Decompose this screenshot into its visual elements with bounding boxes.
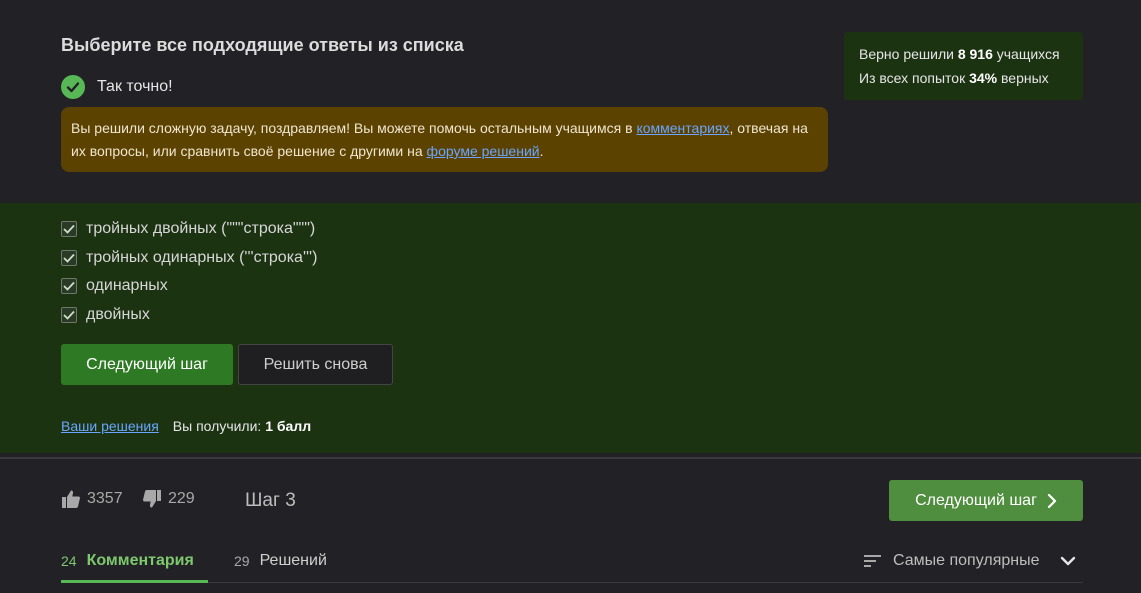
dislikes-count: 229: [168, 490, 195, 507]
tab-label: Комментария: [86, 552, 194, 569]
comments-link[interactable]: комментариях: [636, 120, 729, 136]
step-footer: 3357 229 Шаг 3 Следующий шаг 24 Коммента…: [0, 459, 1141, 593]
tab-count: 24: [61, 553, 77, 569]
solved-count: 8 916: [957, 46, 993, 62]
answer-label: тройных одинарных ('''строка'''): [86, 249, 318, 266]
message-text: .: [539, 143, 544, 159]
solved-stat: Верно решили 8 916 учащихся: [859, 42, 1068, 66]
score-label: Вы получили:: [172, 418, 266, 434]
stats-box: Верно решили 8 916 учащихся Из всех попы…: [844, 32, 1083, 100]
score-text: Вы получили: 1 балл: [173, 418, 311, 434]
your-solutions-link[interactable]: Ваши решения: [61, 418, 159, 434]
stat-text: Из всех попыток: [859, 70, 970, 86]
status-text: Так точно!: [97, 78, 173, 95]
answer-option[interactable]: двойных: [61, 306, 150, 324]
tabs-divider: [61, 582, 1083, 583]
quiz-header: Выберите все подходящие ответы из списка…: [0, 0, 1141, 203]
likes-count: 3357: [87, 490, 123, 507]
step-label: Шаг 3: [245, 490, 296, 511]
stat-text: учащихся: [992, 46, 1060, 62]
like-button[interactable]: 3357: [61, 489, 123, 509]
answer-option[interactable]: тройных двойных ("""строка"""): [61, 220, 315, 238]
retry-button[interactable]: Решить снова: [238, 344, 393, 385]
check-circle-icon: [61, 75, 85, 99]
checkbox-checked-icon[interactable]: [61, 278, 77, 294]
answer-option[interactable]: тройных одинарных ('''строка'''): [61, 249, 317, 267]
stat-text: Верно решили: [859, 46, 958, 62]
answer-label: двойных: [86, 306, 150, 323]
sort-icon: [864, 554, 882, 568]
chevron-right-icon: [1047, 493, 1057, 508]
sort-label: Самые популярные: [893, 552, 1040, 569]
thumbs-down-icon: [142, 489, 162, 509]
active-tab-indicator: [61, 580, 208, 583]
score-row: Ваши решения Вы получили: 1 балл: [61, 418, 311, 434]
tab-label: Решений: [259, 552, 327, 569]
score-value: 1 балл: [265, 418, 312, 434]
dislike-button[interactable]: 229: [142, 489, 195, 509]
next-step-label: Следующий шаг: [915, 491, 1037, 509]
tab-comments[interactable]: 24 Комментария: [61, 552, 194, 570]
next-step-button-footer[interactable]: Следующий шаг: [889, 480, 1083, 521]
stat-text: верных: [997, 70, 1049, 86]
checkbox-checked-icon[interactable]: [61, 307, 77, 323]
answer-option[interactable]: одинарных: [61, 277, 168, 295]
checkbox-checked-icon[interactable]: [61, 221, 77, 237]
next-step-button[interactable]: Следующий шаг: [61, 344, 233, 385]
thumbs-up-icon: [61, 489, 81, 509]
chevron-down-icon[interactable]: [1059, 554, 1077, 573]
quiz-title: Выберите все подходящие ответы из списка: [61, 35, 464, 55]
tab-solutions[interactable]: 29 Решений: [234, 552, 327, 570]
checkbox-checked-icon[interactable]: [61, 250, 77, 266]
congrats-message: Вы решили сложную задачу, поздравляем! В…: [61, 107, 828, 172]
attempts-percent: 34%: [969, 70, 998, 86]
attempts-stat: Из всех попыток 34% верных: [859, 66, 1068, 90]
answers-panel: тройных двойных ("""строка""") тройных о…: [0, 203, 1141, 453]
message-text: Вы решили сложную задачу, поздравляем! В…: [71, 120, 637, 136]
answer-label: тройных двойных ("""строка"""): [86, 220, 316, 237]
sort-dropdown[interactable]: Самые популярные: [864, 552, 1039, 570]
tab-count: 29: [234, 553, 250, 569]
answer-label: одинарных: [86, 277, 168, 294]
status-row: Так точно!: [61, 75, 173, 99]
forum-link[interactable]: форуме решений: [427, 143, 540, 159]
